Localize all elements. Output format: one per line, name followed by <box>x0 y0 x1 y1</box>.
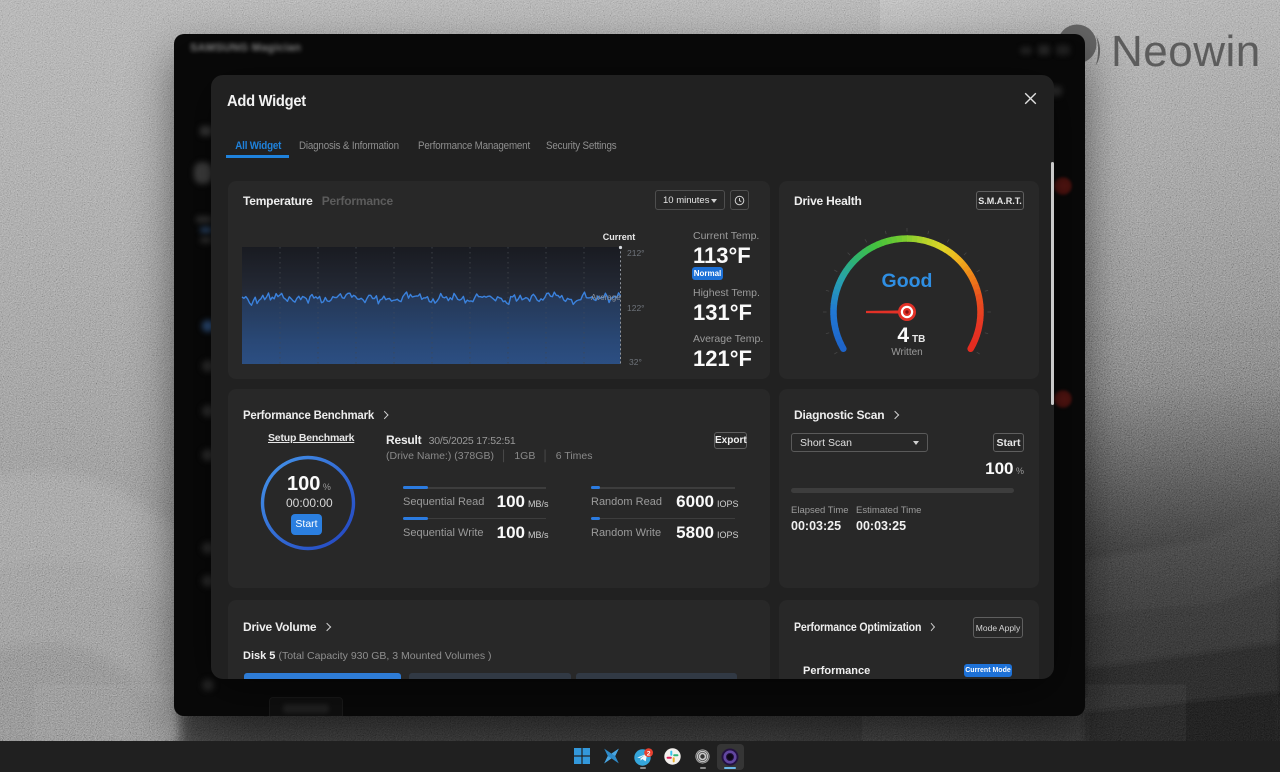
svg-text:Average: Average <box>591 293 621 302</box>
svg-text:4: 4 <box>897 324 909 347</box>
svg-text:212°: 212° <box>627 248 645 258</box>
svg-text:Current: Current <box>603 232 636 242</box>
svg-text:TB: TB <box>912 334 925 345</box>
svg-text:32°: 32° <box>629 357 642 367</box>
svg-text:2: 2 <box>647 750 651 757</box>
svg-text:Written: Written <box>891 347 923 358</box>
svg-text:122°: 122° <box>627 303 645 313</box>
svg-text:Good: Good <box>882 270 933 292</box>
